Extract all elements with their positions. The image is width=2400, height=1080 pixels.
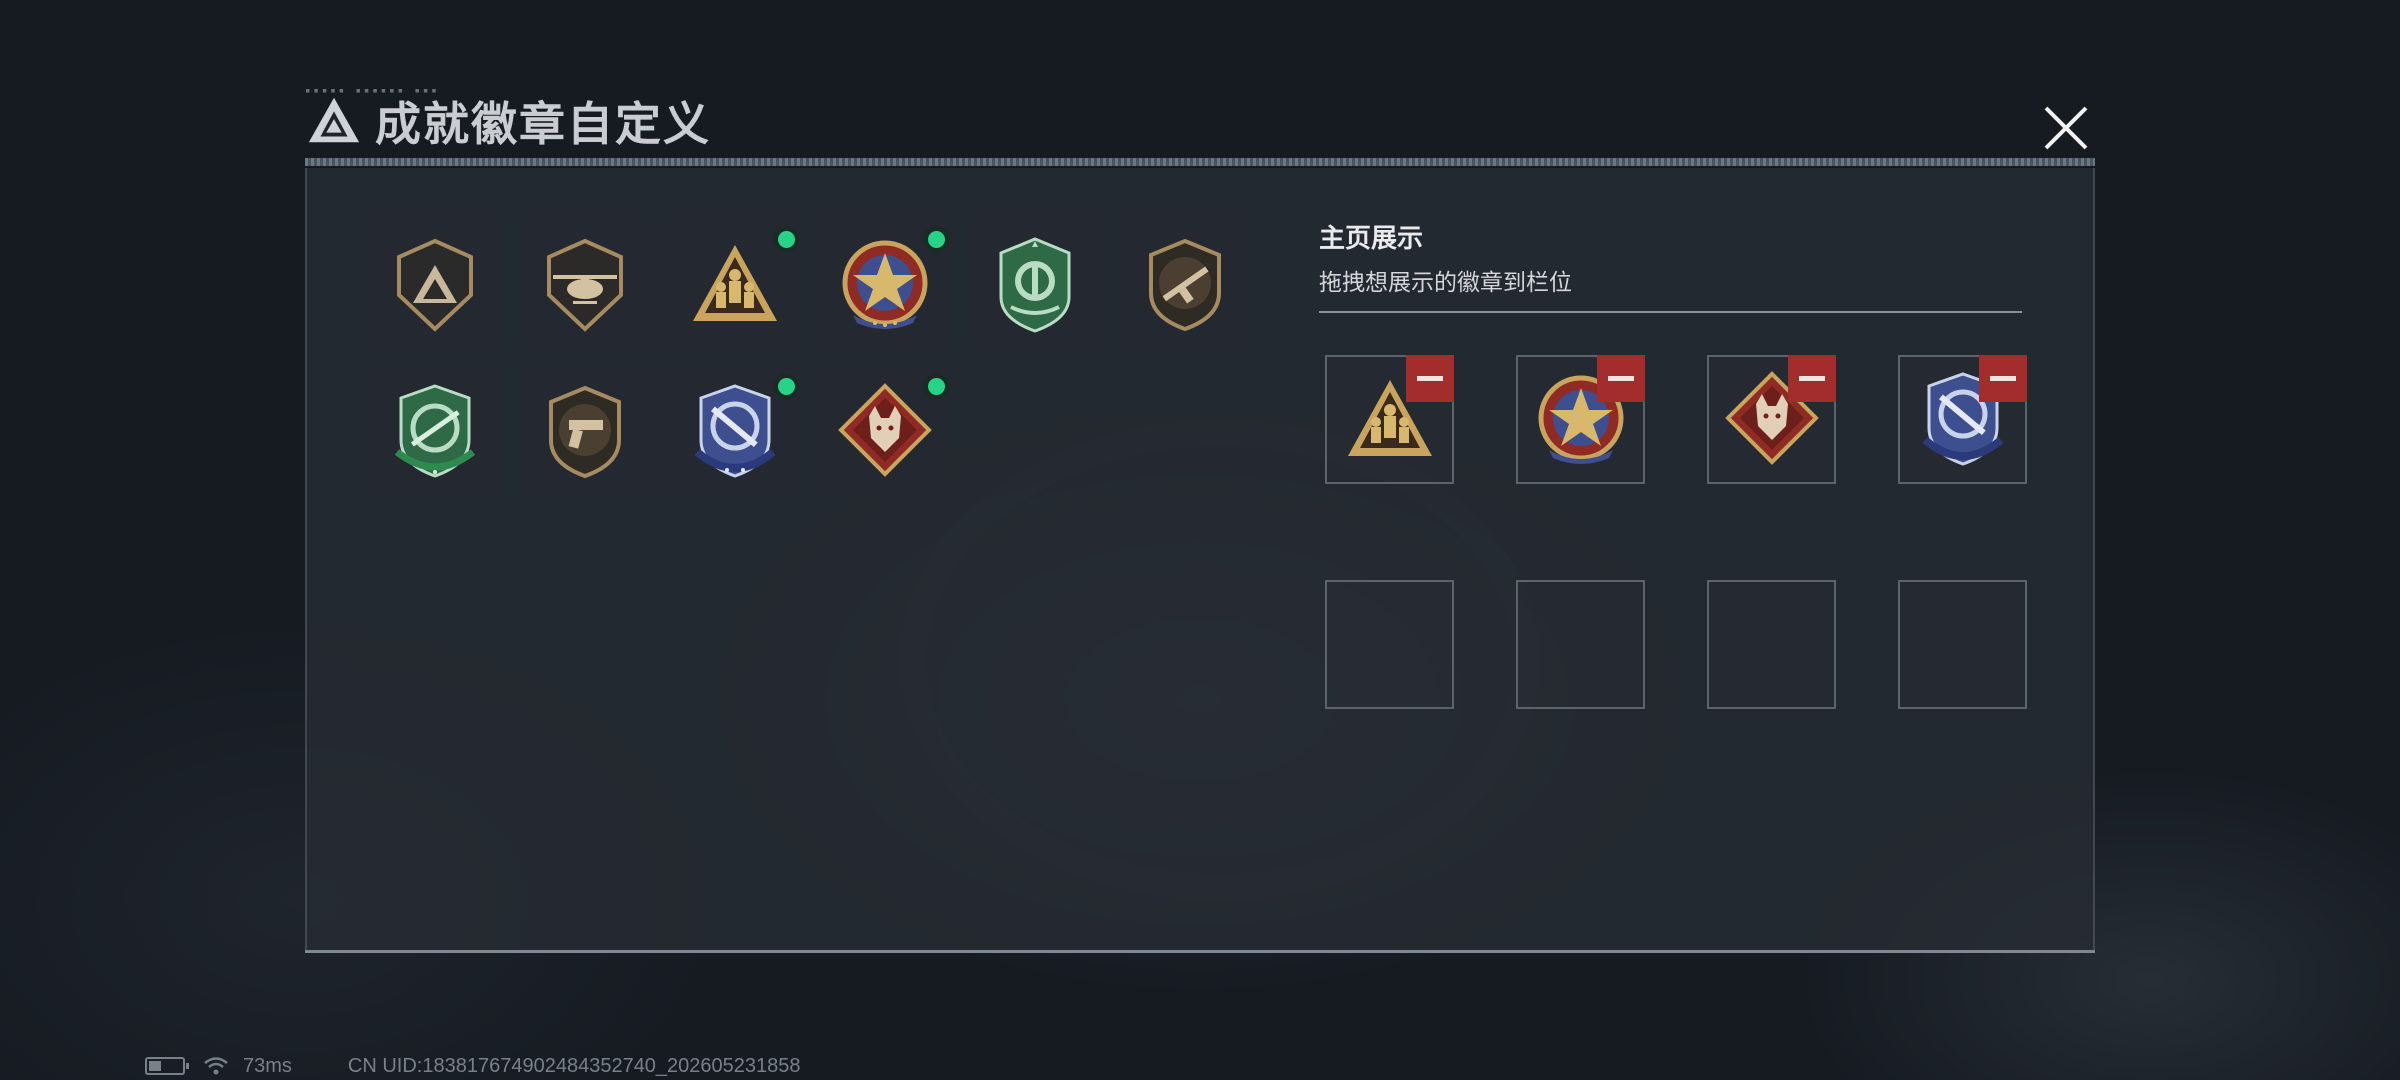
soldiers-triangle-badge-icon: [693, 244, 777, 321]
remove-badge-button[interactable]: [1597, 355, 1645, 402]
showcase-instruction: 拖拽想展示的徽章到栏位: [1319, 270, 1572, 296]
badge-item[interactable]: [367, 218, 503, 351]
empty-showcase-slot[interactable]: [1898, 580, 2027, 709]
page-title: 成就徽章自定义: [375, 97, 711, 151]
empty-showcase-slot[interactable]: [1707, 580, 1836, 709]
badge-panel: 主页展示 拖拽想展示的徽章到栏位: [305, 168, 2095, 952]
minus-icon: [1799, 376, 1825, 381]
badge-item[interactable]: [967, 218, 1103, 351]
showcase-slot[interactable]: [1325, 355, 1454, 484]
badge-item[interactable]: [817, 365, 953, 498]
badge-item[interactable]: [517, 365, 653, 498]
wolf-diamond-badge-icon: [838, 382, 932, 477]
header-divider: [305, 158, 2095, 166]
remove-badge-button[interactable]: [1979, 355, 2027, 402]
pistol-shield-badge-icon: [549, 385, 621, 478]
showcase-title: 主页展示: [1319, 224, 1424, 254]
showcase-slot[interactable]: [1707, 355, 1836, 484]
remove-badge-button[interactable]: [1406, 355, 1454, 402]
showcase-divider: [1319, 311, 2022, 313]
blue-crosshair-badge-icon: [694, 383, 776, 478]
new-indicator: [773, 373, 799, 399]
badge-item[interactable]: [667, 365, 803, 498]
triangle-logo-icon: [308, 97, 360, 143]
close-button[interactable]: [2036, 98, 2096, 158]
new-indicator: [773, 226, 799, 252]
status-bar: 73ms CN UID:183817674902484352740_202605…: [145, 1054, 801, 1078]
showcase-slot[interactable]: [1516, 355, 1645, 484]
wifi-icon: [204, 1057, 228, 1075]
badge-item[interactable]: [817, 218, 953, 351]
empty-showcase-slot[interactable]: [1325, 580, 1454, 709]
green-crosshair-badge-icon: [394, 383, 476, 478]
minus-icon: [1417, 376, 1443, 381]
close-icon: [2044, 106, 2088, 150]
badge-item[interactable]: [367, 365, 503, 498]
new-indicator: [923, 373, 949, 399]
badge-inventory: [367, 218, 1253, 498]
remove-badge-button[interactable]: [1788, 355, 1836, 402]
minus-icon: [1608, 376, 1634, 381]
helicopter-shield-badge-icon: [547, 238, 623, 332]
minus-icon: [1990, 376, 2016, 381]
showcase-slot[interactable]: [1898, 355, 2027, 484]
panel-bottom-border: [305, 950, 2095, 953]
rifle-shield-badge-icon: [1149, 238, 1221, 331]
battery-icon: [145, 1057, 189, 1075]
badge-item[interactable]: [667, 218, 803, 351]
badge-item[interactable]: [517, 218, 653, 351]
ping-value: 73ms: [243, 1054, 292, 1077]
showcase-slots: [1325, 355, 2027, 709]
star-medal-badge-icon: [842, 240, 928, 329]
green-wreath-badge-icon: [999, 236, 1071, 333]
new-indicator: [923, 226, 949, 252]
window-header: 成就徽章自定义: [305, 88, 711, 154]
homepage-showcase: 主页展示 拖拽想展示的徽章到栏位: [1319, 218, 2029, 313]
empty-showcase-slot[interactable]: [1516, 580, 1645, 709]
triangle-shield-badge-icon: [397, 238, 473, 332]
user-uid: CN UID:183817674902484352740_20260523185…: [347, 1054, 801, 1077]
badge-item[interactable]: [1117, 218, 1253, 351]
